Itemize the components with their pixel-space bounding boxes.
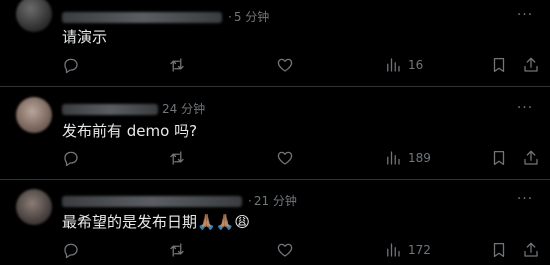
view-count: 16	[408, 58, 424, 72]
reply-button[interactable]	[62, 239, 80, 261]
view-count: 172	[408, 243, 431, 257]
like-button[interactable]	[276, 147, 294, 169]
post-text: 请演示	[62, 28, 108, 46]
action-bar: 172	[58, 239, 538, 261]
like-icon	[277, 58, 293, 72]
avatar[interactable]	[16, 189, 52, 225]
share-button[interactable]	[522, 54, 540, 76]
bookmark-icon	[493, 242, 505, 258]
like-button[interactable]	[276, 239, 294, 261]
bookmark-icon	[493, 150, 505, 166]
reply-post[interactable]: 24 分钟 ··· 发布前有 demo 吗? 189	[0, 87, 550, 179]
share-icon	[524, 150, 538, 165]
post-timestamp[interactable]: 21 分钟	[254, 194, 297, 208]
post-header: · 5 分钟	[62, 8, 269, 25]
avatar[interactable]	[16, 97, 52, 133]
reply-button[interactable]	[62, 147, 80, 169]
like-icon	[277, 243, 293, 257]
reply-button[interactable]	[62, 54, 80, 76]
bookmark-button[interactable]	[490, 54, 508, 76]
repost-button[interactable]	[168, 239, 186, 261]
action-bar: 189	[58, 147, 538, 169]
bookmark-button[interactable]	[490, 147, 508, 169]
blurred-username[interactable]	[62, 196, 242, 207]
share-button[interactable]	[522, 239, 540, 261]
more-icon[interactable]: ···	[516, 99, 534, 117]
post-text: 最希望的是发布日期🙏🏽🙏🏽😩	[62, 213, 250, 231]
reply-feed: · 5 分钟 ··· 请演示 16 24 分钟 ··· 发布前有 demo 吗?…	[0, 0, 550, 265]
post-header: · 21 分钟	[62, 192, 297, 209]
views-icon	[387, 243, 400, 257]
post-header: 24 分钟	[62, 100, 205, 117]
action-bar: 16	[58, 54, 538, 76]
repost-icon	[170, 151, 184, 165]
share-icon	[524, 57, 538, 72]
repost-button[interactable]	[168, 54, 186, 76]
share-icon	[524, 242, 538, 257]
reply-icon	[64, 243, 78, 259]
avatar[interactable]	[16, 0, 52, 32]
views-icon	[387, 58, 400, 72]
views-button[interactable]: 16	[384, 54, 423, 76]
share-button[interactable]	[522, 147, 540, 169]
post-text: 发布前有 demo 吗?	[62, 122, 198, 140]
reply-icon	[64, 58, 78, 74]
views-icon	[387, 151, 400, 165]
view-count: 189	[408, 151, 431, 165]
more-icon[interactable]: ···	[516, 6, 534, 24]
separator-dot: ·	[248, 194, 252, 208]
bookmark-button[interactable]	[490, 239, 508, 261]
reply-icon	[64, 151, 78, 167]
more-icon[interactable]: ···	[516, 190, 534, 208]
repost-button[interactable]	[168, 147, 186, 169]
repost-icon	[170, 58, 184, 72]
like-icon	[277, 151, 293, 165]
views-button[interactable]: 189	[384, 147, 431, 169]
bookmark-icon	[493, 57, 505, 73]
views-button[interactable]: 172	[384, 239, 431, 261]
like-button[interactable]	[276, 54, 294, 76]
reply-post[interactable]: · 21 分钟 ··· 最希望的是发布日期🙏🏽🙏🏽😩 172	[0, 180, 550, 265]
blurred-username[interactable]	[62, 104, 158, 115]
reply-post[interactable]: · 5 分钟 ··· 请演示 16	[0, 0, 550, 86]
post-timestamp[interactable]: 24 分钟	[162, 102, 205, 116]
separator-dot: ·	[228, 10, 232, 24]
blurred-username[interactable]	[62, 12, 222, 23]
post-timestamp[interactable]: 5 分钟	[234, 10, 269, 24]
repost-icon	[170, 243, 184, 257]
